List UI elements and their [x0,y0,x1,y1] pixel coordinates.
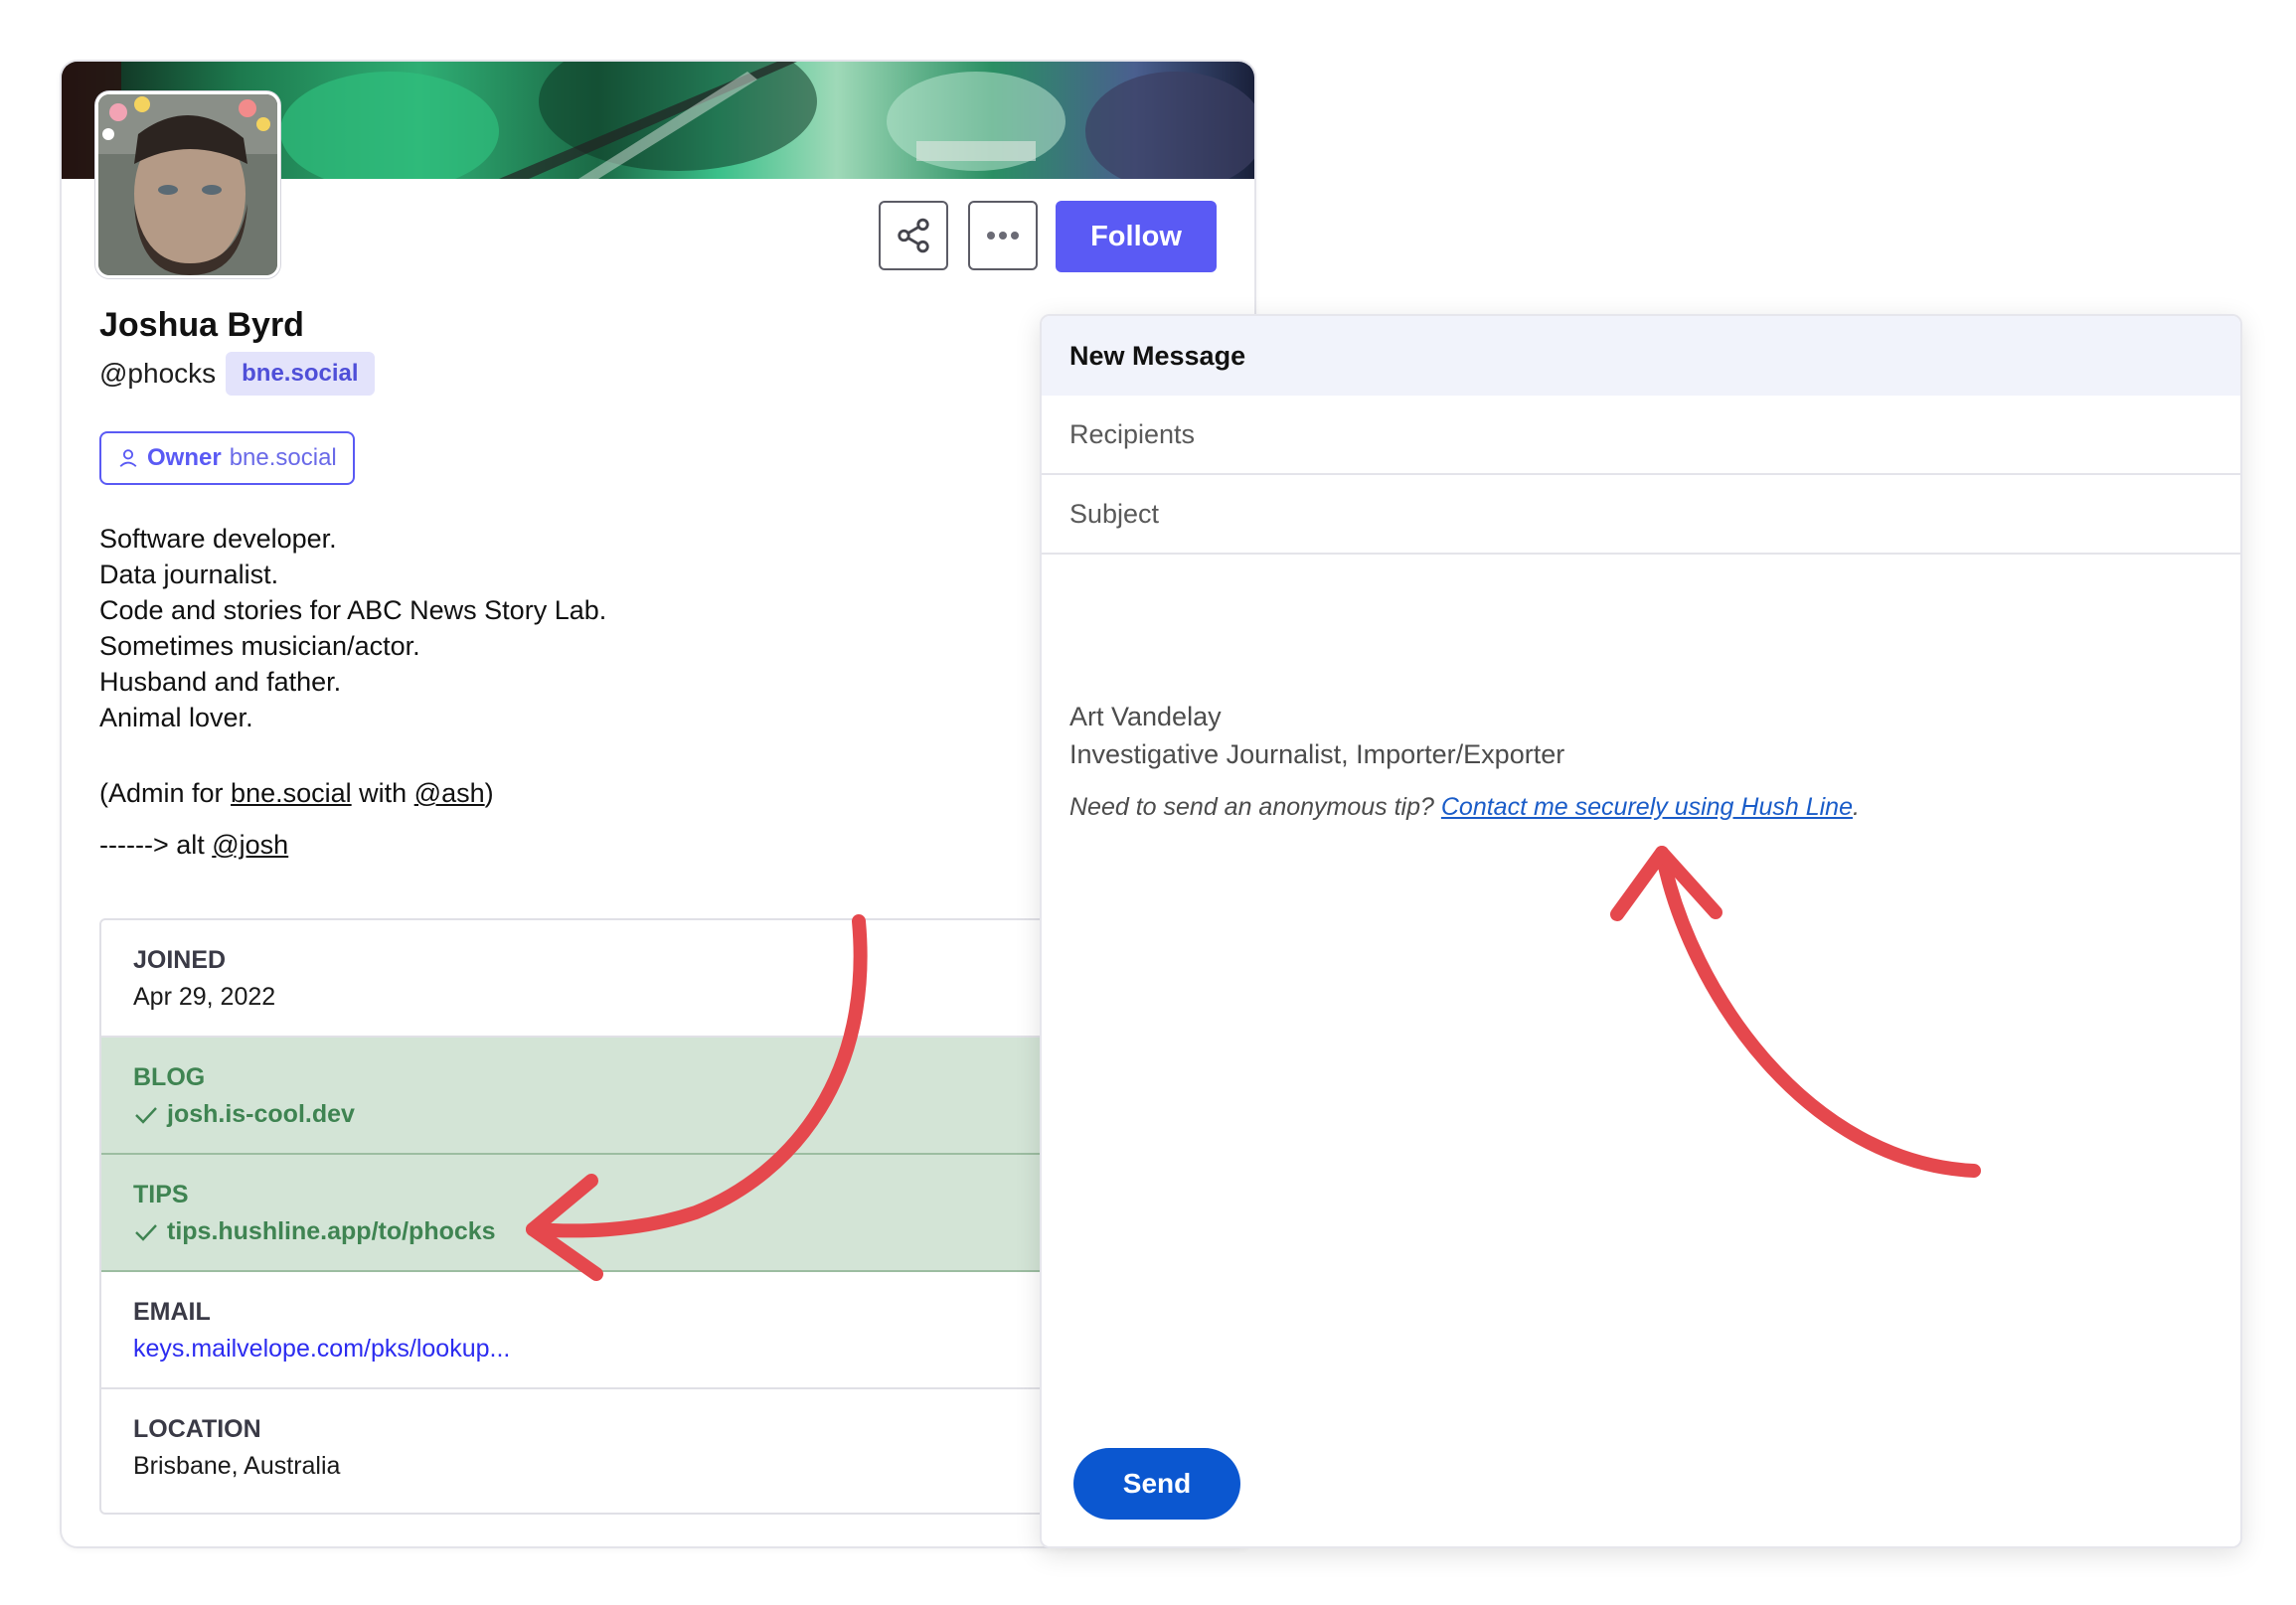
field-link[interactable]: tips.hushline.app/to/phocks [167,1217,496,1246]
bio-alt-line: ------> alt @josh [99,827,606,863]
bio-line: Sometimes musician/actor. [99,631,420,661]
bio-instance-link[interactable]: bne.social [231,778,352,808]
avatar[interactable] [95,91,280,278]
display-name: Joshua Byrd [99,306,304,344]
bio-alt-account-link[interactable]: @josh [212,830,288,860]
send-button[interactable]: Send [1073,1448,1240,1520]
field-link[interactable]: josh.is-cool.dev [167,1100,355,1129]
bio-text: ------> alt [99,830,213,860]
profile-bio: Software developer. Data journalist. Cod… [99,521,606,863]
share-button[interactable] [879,201,948,270]
role-label: Owner [147,444,222,471]
account-handle: @phocks [99,358,217,389]
role-domain: bne.social [229,444,337,471]
bio-text: with [351,778,414,808]
signature-name: Art Vandelay [1069,702,1222,731]
subject-field[interactable]: Subject [1042,475,2240,555]
bio-line: Husband and father. [99,667,342,697]
bio-line: Software developer. [99,524,337,554]
bio-admin-line: (Admin for bne.social with @ash) [99,775,606,811]
more-options-button[interactable] [968,201,1038,270]
bio-line: Animal lover. [99,703,253,732]
signature-tip: Need to send an anonymous tip? Contact m… [1069,793,2213,822]
more-horizontal-icon [987,232,1019,240]
bio-line: Data journalist. [99,560,279,589]
message-title: New Message [1042,316,2240,396]
hush-line-link[interactable]: Contact me securely using Hush Line [1441,793,1853,821]
message-body[interactable]: Art Vandelay Investigative Journalist, I… [1069,698,2213,822]
bio-line: Code and stories for ABC News Story Lab. [99,595,607,625]
bio-mention-link[interactable]: @ash [414,778,485,808]
signature-title: Investigative Journalist, Importer/Expor… [1069,739,1565,769]
bio-text: ) [484,778,494,808]
tip-text: Need to send an anonymous tip? [1069,793,1441,821]
tip-text: . [1852,793,1860,821]
follow-button[interactable]: Follow [1056,201,1217,272]
instance-badge[interactable]: bne.social [226,352,375,396]
verified-check-icon [135,1106,157,1124]
user-icon [119,449,137,467]
avatar-image [98,94,277,275]
new-message-window: New Message Recipients Subject Art Vande… [1040,314,2242,1548]
role-badge: Owner bne.social [99,431,355,485]
recipients-field[interactable]: Recipients [1042,396,2240,475]
handle-row: @phocks bne.social [99,352,375,396]
bio-text: (Admin for [99,778,232,808]
share-icon [898,218,929,253]
verified-check-icon [135,1223,157,1241]
